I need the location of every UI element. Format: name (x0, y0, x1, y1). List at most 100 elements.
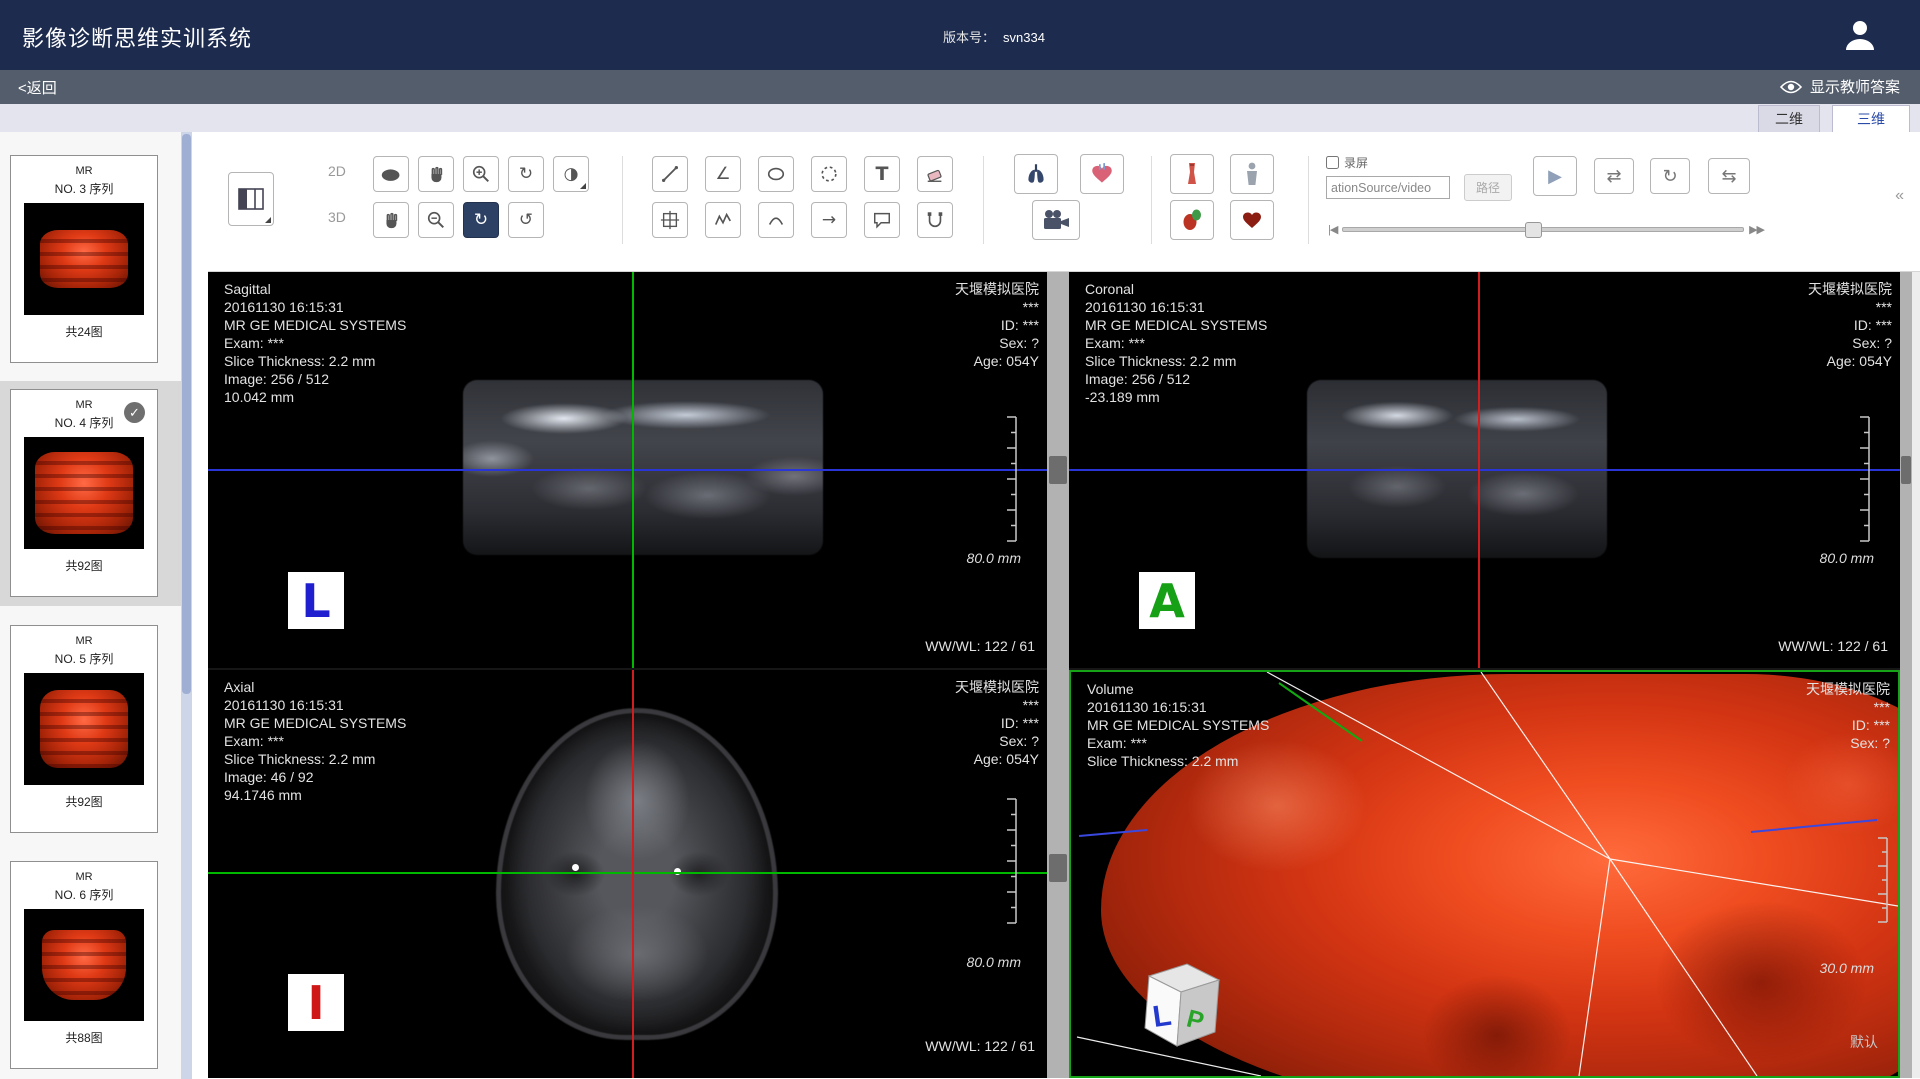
loop-mode-button[interactable]: ⇄ (1594, 158, 1634, 194)
vp-name: Axial (224, 678, 406, 696)
slice-scroll-handle[interactable] (1049, 854, 1067, 882)
scale-label: 30.0 mm (1820, 960, 1874, 976)
lungs-view-button[interactable] (1014, 154, 1058, 194)
window-level-2d-button[interactable]: ◑ (553, 156, 589, 192)
scale-ruler (1856, 414, 1872, 544)
thumbnail-volume-shape (40, 690, 128, 768)
swap-direction-button[interactable]: ⇆ (1708, 158, 1750, 194)
crosshair-horizontal-green[interactable] (208, 872, 1047, 874)
freehand-roi-button[interactable] (811, 156, 847, 192)
series-image-count: 共92图 (65, 793, 102, 810)
tab-3d[interactable]: 三维 (1832, 105, 1910, 132)
viewport-axial[interactable]: Axial 20161130 16:15:31 MR GE MEDICAL SY… (208, 670, 1047, 1078)
heart-3d-view-button[interactable] (1230, 200, 1274, 240)
line-tool-icon (660, 164, 680, 184)
timeline-end-icon[interactable]: ▶▶ (1749, 223, 1764, 236)
rotate-3d-button[interactable]: ↻ (463, 202, 499, 238)
app-title: 影像诊断思维实训系统 (22, 21, 252, 53)
reset-rotation-3d-button[interactable]: ↺ (508, 202, 544, 238)
heart-vessels-button[interactable] (1080, 154, 1124, 194)
organs-3d-view-button[interactable] (1170, 200, 1214, 240)
rotate-2d-button[interactable]: ↻ (508, 156, 544, 192)
right-slice-scrollbar[interactable] (1900, 272, 1912, 1078)
slice-scroll-handle[interactable] (1901, 456, 1911, 484)
zoom-in-icon (471, 164, 491, 184)
record-screen-checkbox[interactable] (1326, 156, 1339, 169)
series-card-no6[interactable]: MR NO. 6 序列 共88图 (10, 861, 158, 1069)
zoom-3d-button[interactable] (418, 202, 454, 238)
vp-patient-id: ID: *** (955, 316, 1039, 334)
center-slice-scrollbar[interactable] (1047, 272, 1069, 1078)
arrow-annotation-button[interactable]: → (811, 202, 847, 238)
pan-3d-button[interactable] (373, 202, 409, 238)
pan-2d-button[interactable] (418, 156, 454, 192)
crosshair-button[interactable] (652, 202, 688, 238)
back-button[interactable]: <返回 (18, 77, 57, 98)
viewport-volume-3d[interactable]: L P Volume 20161130 16:15:31 MR GE MEDIC… (1069, 670, 1900, 1078)
line-measure-button[interactable] (652, 156, 688, 192)
spline-measure-button[interactable] (917, 202, 953, 238)
sidebar-scrollbar-thumb[interactable] (182, 134, 191, 694)
series-thumbnail (24, 437, 144, 549)
vp-datetime: 20161130 16:15:31 (1085, 298, 1267, 316)
vp-datetime: 20161130 16:15:31 (224, 696, 406, 714)
timeline-handle[interactable] (1525, 222, 1542, 238)
vp-image-index: Image: 46 / 92 (224, 768, 406, 786)
sidebar-scrollbar[interactable] (181, 132, 192, 1079)
tab-2d[interactable]: 二维 (1758, 105, 1820, 132)
crosshair-vertical-green[interactable] (632, 272, 634, 668)
axial-image (496, 708, 778, 1040)
zoom-in-2d-button[interactable] (463, 156, 499, 192)
comment-annotation-button[interactable] (864, 202, 900, 238)
rotate-loop-button[interactable]: ↻ (1650, 158, 1690, 194)
vp-sex: Sex: ? (955, 732, 1039, 750)
collapse-toolbar-button[interactable]: « (1889, 186, 1910, 206)
play-button[interactable]: ▶ (1533, 156, 1577, 196)
user-avatar-button[interactable] (1836, 13, 1880, 57)
series-title: NO. 5 序列 (55, 650, 114, 667)
series-card-no5[interactable]: MR NO. 5 序列 共92图 (10, 625, 158, 833)
body-3d-view-button[interactable] (1230, 154, 1274, 194)
crosshair-horizontal-blue[interactable] (1069, 469, 1900, 471)
vp-exam: Exam: *** (224, 334, 406, 352)
crosshair-vertical-red[interactable] (632, 670, 634, 1078)
toolbar-separator (1308, 156, 1309, 244)
profile-curve-button[interactable] (705, 202, 741, 238)
timeline-track[interactable] (1342, 227, 1744, 232)
toolbar-separator (622, 156, 623, 244)
crosshair-vertical-red[interactable] (1478, 272, 1480, 668)
viewport-coronal[interactable]: Coronal 20161130 16:15:31 MR GE MEDICAL … (1069, 272, 1900, 668)
path-button[interactable]: 路径 (1464, 174, 1512, 201)
eraser-button[interactable] (917, 156, 953, 192)
dicom-overlay-right: 天堰模拟医院 *** ID: *** Sex: ? Age: 054Y (1808, 280, 1892, 370)
camera-record-button[interactable] (1032, 200, 1080, 240)
animation-timeline: |◀ ▶▶ (1328, 220, 1764, 238)
series-card-no3[interactable]: MR NO. 3 序列 共24图 (10, 155, 158, 363)
scale-ruler (1003, 796, 1019, 926)
heart-vessels-icon (1089, 161, 1115, 187)
angle-measure-button[interactable]: ∠ (705, 156, 741, 192)
timeline-start-icon[interactable]: |◀ (1328, 223, 1337, 236)
text-annotation-button[interactable]: T (864, 156, 900, 192)
ellipse-roi-button[interactable] (758, 156, 794, 192)
vp-image-index: Image: 256 / 512 (224, 370, 406, 388)
scale-ruler (1874, 835, 1890, 925)
layout-button[interactable] (228, 172, 274, 226)
orientation-cube[interactable]: L P (1123, 954, 1227, 1058)
contrast-icon: ◑ (564, 164, 579, 184)
slice-scroll-handle[interactable] (1049, 456, 1067, 484)
arc-measure-button[interactable] (758, 202, 794, 238)
vp-patient-id: ID: *** (1806, 716, 1890, 734)
render-preset-label[interactable]: 默认 (1850, 1032, 1878, 1052)
video-source-input[interactable] (1326, 176, 1450, 199)
series-image-count: 共92图 (65, 557, 102, 574)
larynx-view-button[interactable] (1170, 154, 1214, 194)
crosshair-horizontal-blue[interactable] (208, 469, 1047, 471)
spline-icon (925, 210, 945, 230)
vp-exam: Exam: *** (1085, 334, 1267, 352)
slab-ellipse-2d-button[interactable]: ● (373, 156, 409, 192)
show-answer-button[interactable]: 显示教师答案 (1780, 76, 1900, 97)
viewport-sagittal[interactable]: Sagittal 20161130 16:15:31 MR GE MEDICAL… (208, 272, 1047, 668)
vp-position: 10.042 mm (224, 388, 406, 406)
vp-thickness: Slice Thickness: 2.2 mm (224, 352, 406, 370)
